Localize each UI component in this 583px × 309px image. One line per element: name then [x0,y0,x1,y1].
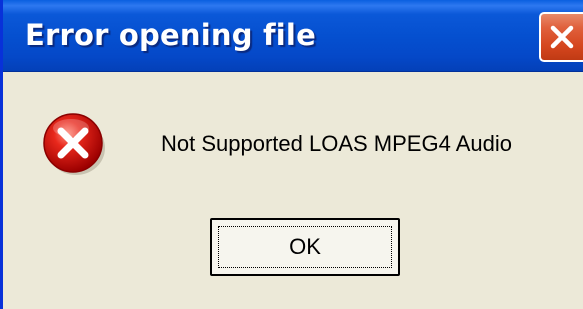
error-icon [43,113,105,175]
dialog-title: Error opening file [25,18,316,52]
error-message: Not Supported LOAS MPEG4 Audio [161,131,512,156]
error-dialog: Error opening file Not Supported LOAS MP… [0,0,583,309]
ok-button-label: OK [289,234,321,259]
close-icon [550,25,574,49]
title-bar[interactable]: Error opening file [3,0,583,72]
ok-button[interactable]: OK [210,218,400,276]
close-button[interactable] [539,12,583,62]
focus-rectangle: OK [218,226,392,268]
